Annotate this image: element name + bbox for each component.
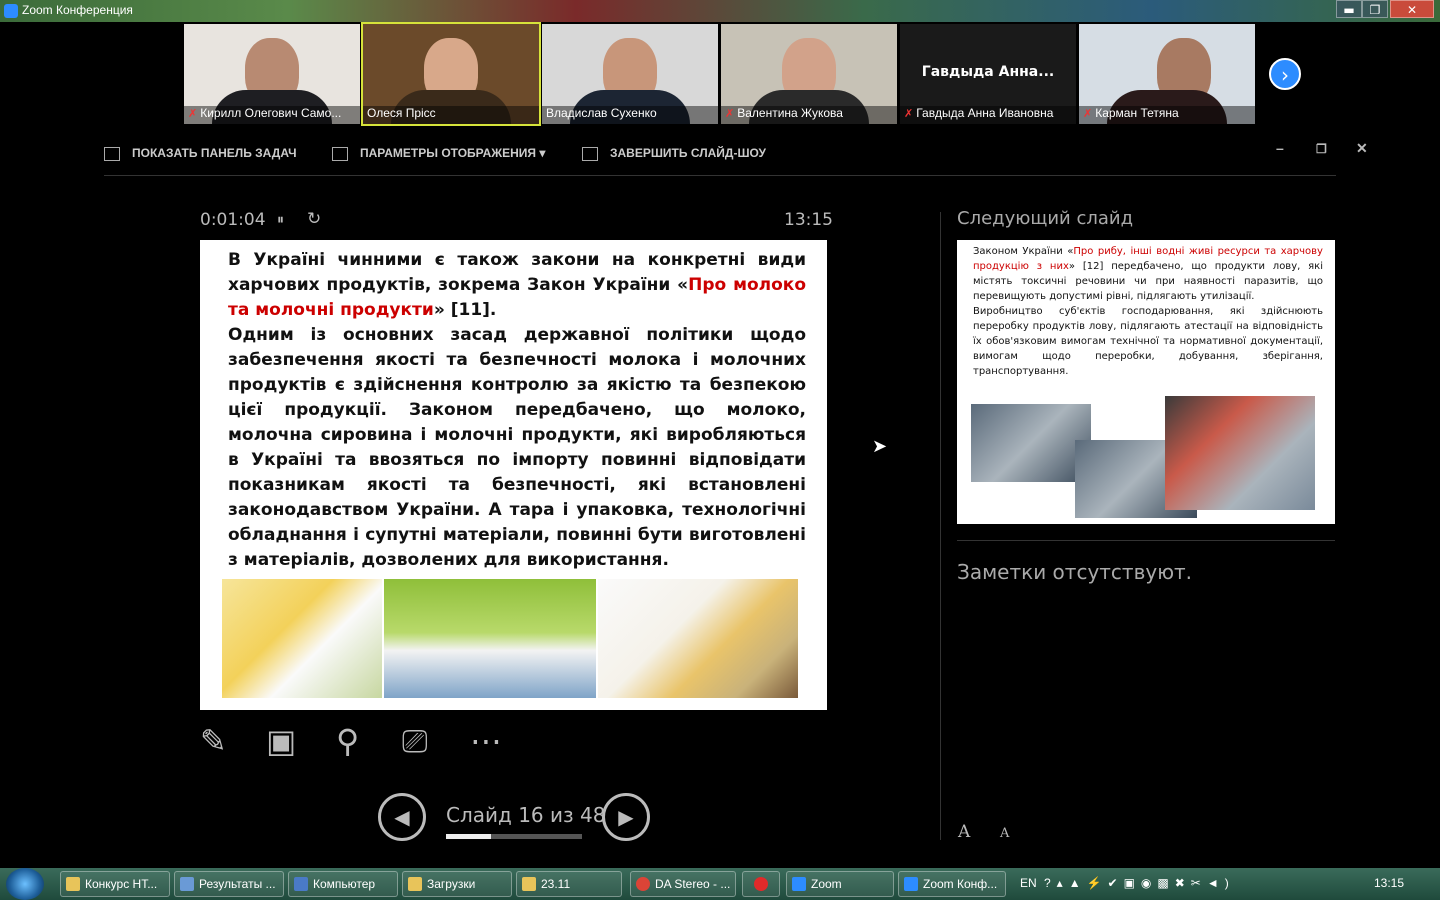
next-slide-heading: Следующий слайд [957,208,1134,229]
current-time: 13:15 [784,210,833,230]
increase-font-button[interactable]: A [958,822,970,842]
display-settings-button[interactable]: ПАРАМЕТРЫ ОТОБРАЖЕНИЯ ▾ [332,146,545,161]
participant-tile[interactable]: Олеся Пріcс [361,22,541,126]
chrome-icon [636,877,650,891]
next-slide-preview[interactable]: Законом України «Про рибу, інші водні жи… [957,240,1335,524]
taskbar-item[interactable]: Компьютер [288,871,398,897]
next-slide-text: Законом України «Про рибу, інші водні жи… [973,246,1323,377]
opera-icon [754,877,768,891]
slide-counter: Слайд 16 из 48 [446,803,606,827]
taskbar-clock[interactable]: 13:15 [1374,876,1404,890]
mouse-cursor-icon: ➤ [872,436,888,457]
slide-progress-bar [446,834,582,839]
participant-tile[interactable]: Владислав Сухенко [542,24,718,124]
participant-tile[interactable]: ✗ Карман Тетяна [1079,24,1255,124]
window-titlebar: Zoom Конференция ▬ ❐ ✕ [0,0,1440,22]
participant-name: Валентина Жукова [737,106,843,120]
pen-icon[interactable]: ✎ [200,722,227,760]
zoom-icon [904,877,918,891]
participant-tile[interactable]: ✗ Кирилл Олегович Само... [184,24,360,124]
participant-name: Олеся Пріcс [367,106,436,120]
participant-tile[interactable]: Гавдыда Анна... ✗ Гавдыда Анна Ивановна [900,24,1076,124]
windows-taskbar: Конкурс НТ... Результаты ... Компьютер З… [0,868,1440,900]
taskbar-item[interactable]: 23.11 [516,871,622,897]
participant-name: Карман Тетяна [1095,106,1179,120]
show-taskbar-button[interactable]: ПОКАЗАТЬ ПАНЕЛЬ ЗАДАЧ [104,146,297,161]
taskbar-item[interactable]: Zoom [786,871,894,897]
settings-icon [332,146,348,161]
close-button[interactable]: ✕ [1390,0,1434,18]
end-show-icon [582,146,598,161]
presenter-restore-button[interactable]: ❐ [1316,142,1327,156]
mic-muted-icon: ✗ [1083,108,1093,120]
notes-text: Заметки отсутствуют. [957,560,1193,584]
taskbar-item[interactable] [742,871,780,897]
participant-display-name: Гавдыда Анна... [921,64,1055,80]
presenter-minimize-button[interactable]: – [1276,140,1284,156]
maximize-button[interactable]: ❐ [1362,0,1388,18]
taskbar-item[interactable]: DA Stereo - ... [630,871,736,897]
reset-timer-icon[interactable]: ↻ [307,209,321,229]
cheese-image [222,579,382,698]
pause-icon[interactable]: ⏸ [277,212,284,228]
document-icon [180,877,194,891]
zoom-icon[interactable]: ⚲ [336,722,359,760]
participant-tile[interactable]: ✗ Валентина Жукова [721,24,897,124]
mic-muted-icon: ✗ [188,108,198,120]
taskbar-icon [104,146,120,161]
presenter-close-button[interactable]: ✕ [1356,140,1368,157]
next-participants-button[interactable]: › [1269,58,1301,90]
grid-icon[interactable]: ▣ [266,722,296,760]
participant-name: Гавдыда Анна Ивановна [916,106,1054,120]
window-title: Zoom Конференция [22,3,133,17]
fish-market-image [1165,396,1315,510]
folder-icon [522,877,536,891]
mic-muted-icon: ✗ [904,108,914,120]
minimize-button[interactable]: ▬ [1336,0,1362,18]
current-slide: В Україні чинними є також закони на конк… [200,240,827,710]
participant-name: Владислав Сухенко [546,106,657,120]
screen-icon[interactable]: ⎚ [402,722,428,761]
cottage-cheese-image [384,579,596,698]
taskbar-item[interactable]: Zoom Конф... [898,871,1006,897]
tray-icons[interactable]: ?▴▲⚡✔▣◉▩✖✂◄) [1044,876,1235,890]
zoom-icon [4,4,18,18]
taskbar-item[interactable]: Загрузки [402,871,512,897]
taskbar-item[interactable]: Конкурс НТ... [60,871,170,897]
dairy-products-image [598,579,798,698]
fish-image [971,404,1091,482]
zoom-icon [792,877,806,891]
next-slide-button[interactable]: ▶ [602,793,650,841]
folder-icon [66,877,80,891]
computer-icon [294,877,308,891]
more-icon[interactable]: ⋯ [470,722,502,760]
taskbar-item[interactable]: Результаты ... [174,871,284,897]
start-button[interactable] [6,868,44,900]
downloads-icon [408,877,422,891]
end-slideshow-button[interactable]: ЗАВЕРШИТЬ СЛАЙД-ШОУ [582,146,766,161]
participant-name: Кирилл Олегович Само... [200,106,342,120]
decrease-font-button[interactable]: A [1000,826,1009,841]
mic-muted-icon: ✗ [725,108,735,120]
slide-text: В Україні чинними є також закони на конк… [228,250,806,570]
previous-slide-button[interactable]: ◀ [378,793,426,841]
elapsed-timer: 0:01:04 [200,210,266,230]
language-indicator[interactable]: EN [1020,876,1037,890]
presenter-toolbar: ПОКАЗАТЬ ПАНЕЛЬ ЗАДАЧ ПАРАМЕТРЫ ОТОБРАЖЕ… [104,140,1368,176]
